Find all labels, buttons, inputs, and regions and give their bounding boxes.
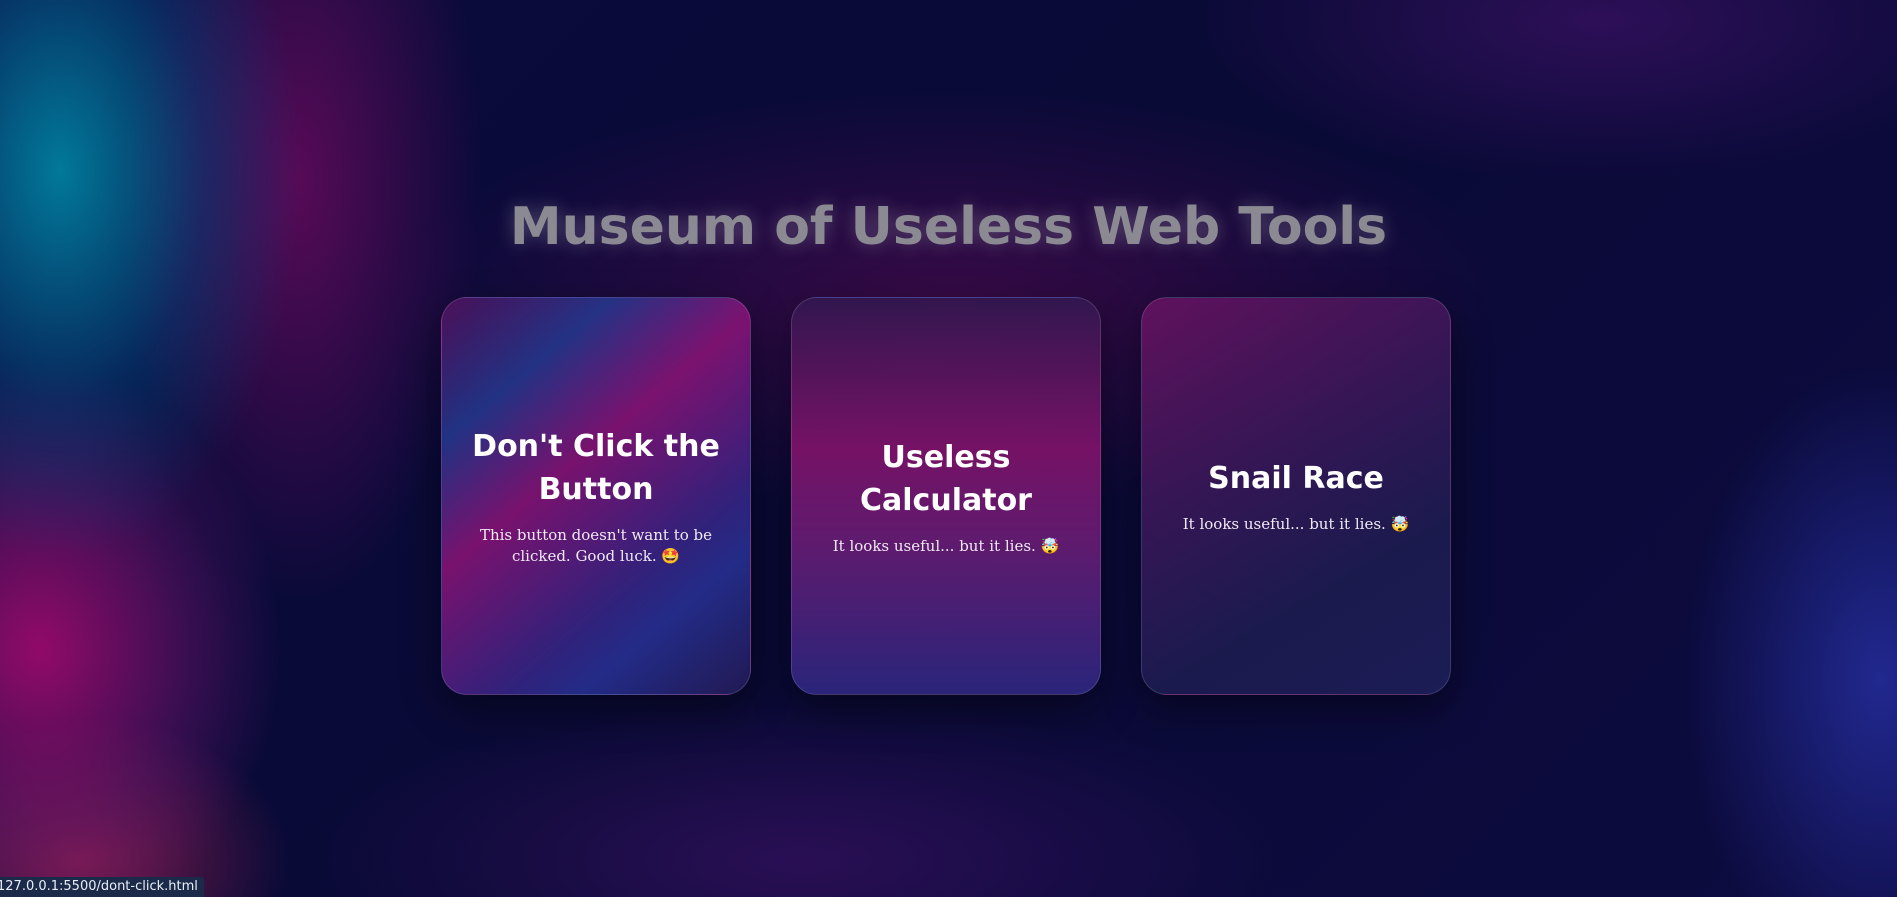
tool-card-snail-race[interactable]: Snail Race It looks useful... but it lie… bbox=[1141, 297, 1451, 695]
card-title: Snail Race bbox=[1208, 461, 1384, 496]
card-description: This button doesn't want to be clicked. … bbox=[479, 526, 713, 565]
tool-card-dont-click[interactable]: Don't Click the Button This button doesn… bbox=[441, 297, 751, 695]
card-description: It looks useful... but it lies. 🤯 bbox=[1182, 515, 1410, 533]
card-description: It looks useful... but it lies. 🤯 bbox=[832, 536, 1060, 555]
page-title: Museum of Useless Web Tools bbox=[509, 197, 1388, 257]
tool-card-useless-calculator[interactable]: Useless Calculator It looks useful... bu… bbox=[791, 297, 1101, 695]
card-title: Useless Calculator bbox=[860, 439, 1032, 518]
tools-grid: Don't Click the Button This button doesn… bbox=[441, 297, 1453, 697]
page-background: Museum of Useless Web Tools Don't Click … bbox=[0, 0, 1897, 897]
link-status-bar: 127.0.0.1:5500/dont-click.html bbox=[0, 877, 204, 897]
card-title: Don't Click the Button bbox=[472, 429, 720, 507]
